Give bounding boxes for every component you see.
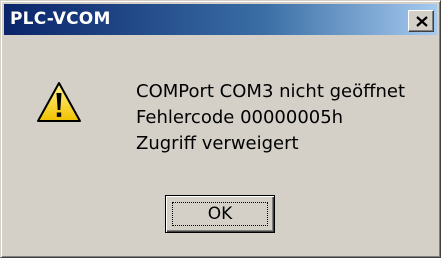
window-title: PLC-VCOM xyxy=(10,9,111,29)
close-button[interactable] xyxy=(408,10,434,32)
message-line-3: Zugriff verweigert xyxy=(136,133,299,154)
title-bar[interactable]: PLC-VCOM xyxy=(4,4,437,35)
ok-button[interactable]: OK xyxy=(165,195,275,233)
message-line-2: Fehlercode 00000005h xyxy=(136,107,344,128)
close-icon xyxy=(416,16,428,27)
message-line-1: COMPort COM3 nicht geöffnet xyxy=(136,81,406,102)
warning-icon xyxy=(37,82,81,122)
ok-button-label: OK xyxy=(207,204,233,224)
message-dialog: PLC-VCOM COMPort COM3 nicht geöffnet Feh… xyxy=(0,0,441,258)
